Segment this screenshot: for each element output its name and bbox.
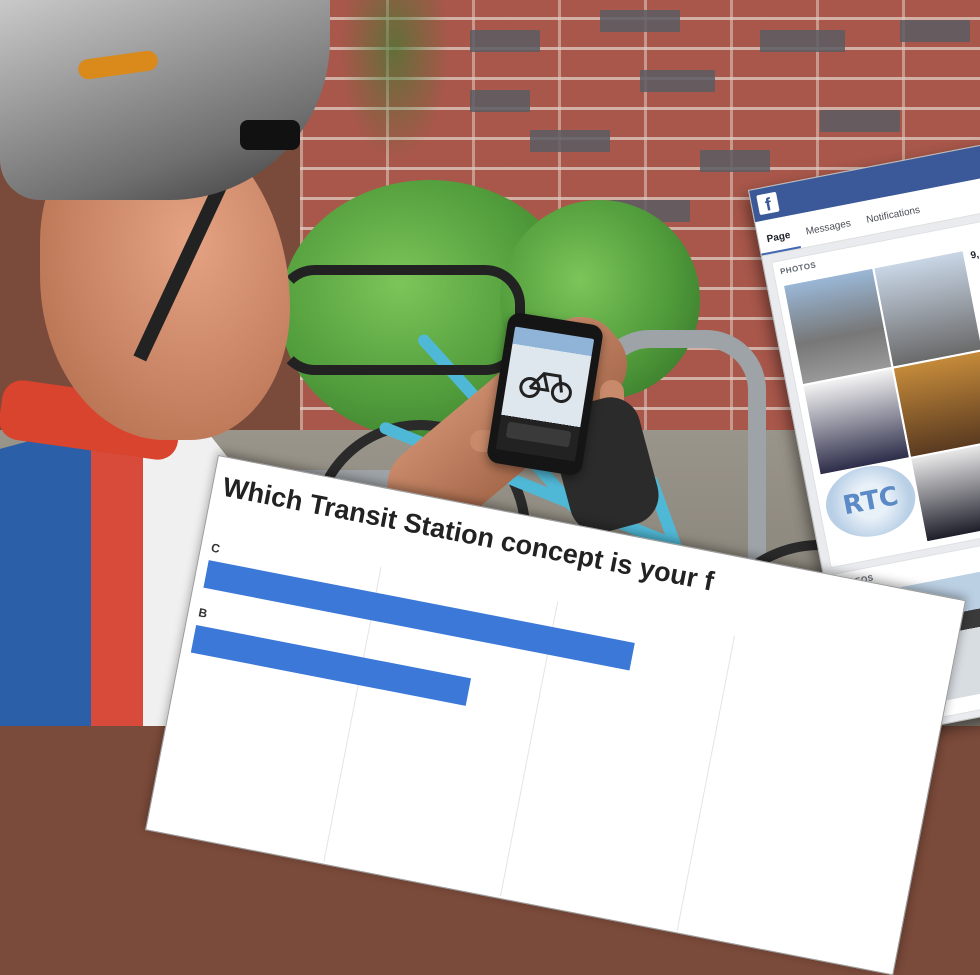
photo-thumbnail[interactable]: [873, 250, 980, 368]
grid-line: [676, 635, 735, 931]
post-snippet: 9,: [969, 249, 980, 262]
dark-brick: [600, 10, 680, 32]
dark-brick: [700, 150, 770, 172]
survey-option-bar: [190, 624, 472, 706]
bike-handlebar: [275, 265, 525, 375]
rtc-logo-text: RTC: [840, 481, 901, 522]
facebook-logo-icon: f: [756, 191, 780, 216]
dark-brick: [900, 20, 970, 42]
phone-screen: [495, 326, 595, 462]
cyclist-helmet: [0, 0, 330, 200]
dark-brick: [530, 130, 610, 152]
phone-button: [505, 421, 572, 448]
survey-option-label: C: [209, 540, 222, 556]
tab-page[interactable]: Page: [755, 214, 801, 256]
vine: [340, 0, 450, 160]
dark-brick: [820, 110, 900, 132]
dark-brick: [470, 30, 540, 52]
dark-brick: [470, 90, 530, 112]
sunglasses: [240, 120, 300, 150]
photo-thumbnail[interactable]: [910, 440, 980, 543]
dark-brick: [640, 70, 715, 92]
bike-icon: [519, 372, 572, 404]
photo-thumbnail[interactable]: [802, 367, 911, 476]
dark-brick: [760, 30, 845, 52]
survey-option-label: B: [197, 605, 209, 621]
